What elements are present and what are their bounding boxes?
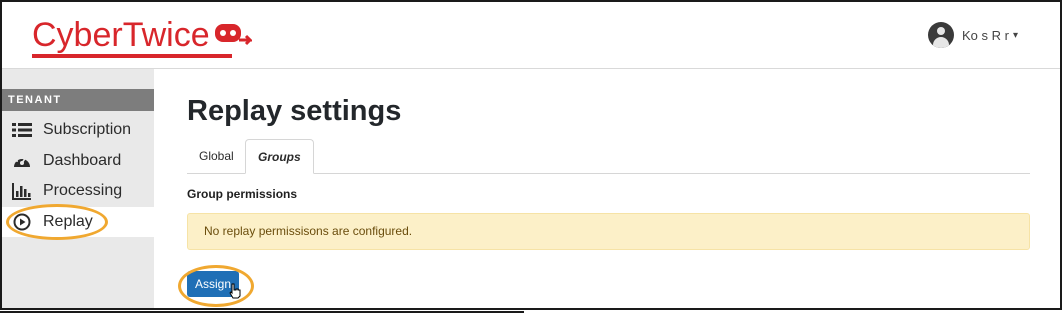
warning-alert: No replay permissisons are configured.	[187, 213, 1030, 250]
page-title: Replay settings	[187, 95, 402, 127]
user-avatar-icon	[928, 22, 954, 48]
sidebar-item-subscription[interactable]: Subscription	[2, 115, 154, 145]
play-circle-icon	[11, 213, 33, 231]
top-navbar: CyberTwice Ko s R r ▾	[2, 2, 1060, 69]
tab-bar: Global Groups	[187, 139, 1030, 174]
sidebar-item-label: Subscription	[43, 121, 132, 138]
tab-global[interactable]: Global	[187, 139, 246, 173]
sidebar-item-processing[interactable]: Processing	[2, 176, 154, 206]
phone-mask-icon	[212, 18, 254, 53]
user-name: Ko s R r	[962, 27, 1009, 43]
main-content: Replay settings Global Groups Group perm…	[154, 69, 1060, 308]
sidebar-item-label: Processing	[43, 182, 123, 199]
sidebar-item-label: Dashboard	[43, 152, 122, 169]
user-menu[interactable]: Ko s R r ▾	[928, 22, 1018, 48]
logo-underline	[32, 54, 232, 58]
hand-cursor-icon	[228, 283, 242, 304]
logo[interactable]: CyberTwice	[32, 16, 254, 55]
app-window: CyberTwice Ko s R r ▾ TENANT Subscriptio…	[0, 0, 1062, 310]
sidebar-item-label: Replay	[43, 213, 93, 230]
sidebar-item-replay[interactable]: Replay	[2, 207, 154, 237]
sidebar-item-dashboard[interactable]: Dashboard	[2, 146, 154, 176]
list-icon	[11, 121, 33, 139]
caret-down-icon: ▾	[1012, 29, 1018, 41]
tab-label: Groups	[258, 150, 301, 164]
sidebar: TENANT Subscription Dashboard Processing…	[2, 69, 154, 308]
tachometer-icon	[11, 152, 33, 170]
tab-label: Global	[199, 149, 234, 163]
tab-groups[interactable]: Groups	[245, 139, 314, 174]
sidebar-section-label: TENANT	[2, 89, 154, 111]
bottom-rule	[0, 311, 524, 313]
alert-text: No replay permissisons are configured.	[204, 224, 413, 238]
section-title: Group permissions	[187, 187, 298, 201]
logo-text: CyberTwice	[32, 16, 210, 54]
bar-chart-icon	[11, 182, 33, 200]
